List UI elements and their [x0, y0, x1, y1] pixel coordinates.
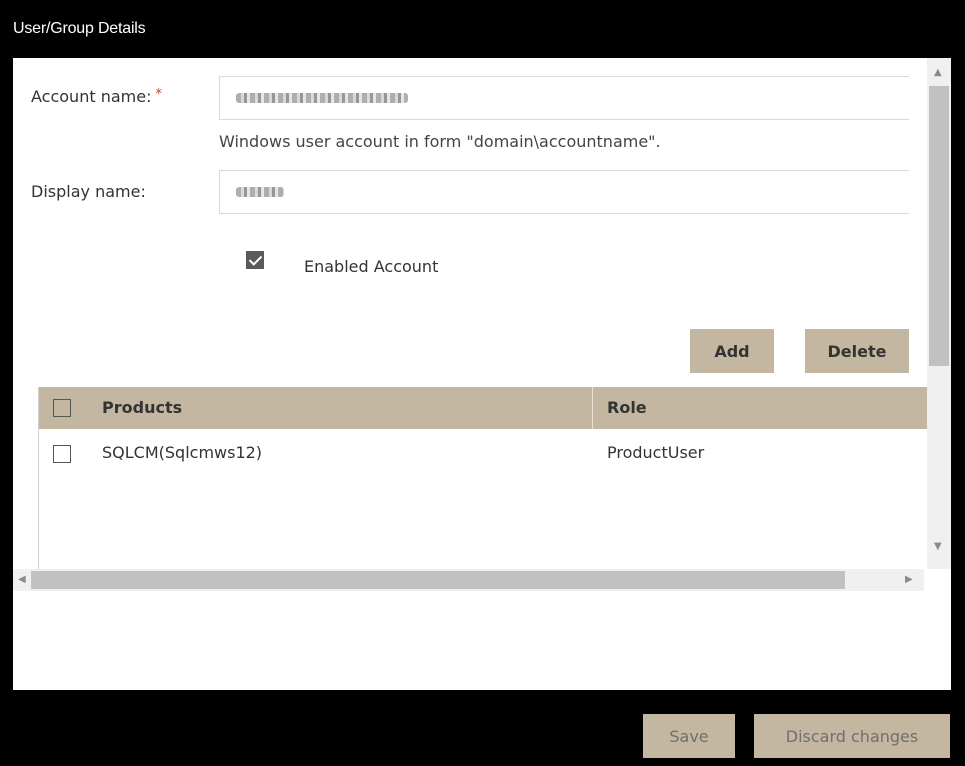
- vertical-scroll-thumb[interactable]: [929, 86, 949, 366]
- account-name-input[interactable]: [219, 76, 909, 120]
- column-header-role[interactable]: Role: [607, 398, 647, 417]
- scroll-down-icon[interactable]: ▼: [934, 542, 942, 552]
- row-checkbox[interactable]: [53, 445, 71, 463]
- details-panel: Account name: * Windows user account in f…: [13, 58, 951, 690]
- display-name-input[interactable]: [219, 170, 909, 214]
- account-name-label: Account name: *: [31, 87, 162, 106]
- display-name-value-redacted: [236, 187, 284, 197]
- dialog-title: User/Group Details: [13, 20, 146, 37]
- enabled-account-label: Enabled Account: [304, 257, 439, 276]
- scroll-up-icon[interactable]: ▲: [934, 68, 942, 78]
- enabled-account-checkbox[interactable]: [246, 251, 264, 269]
- product-cell: SQLCM(Sqlcmws12): [102, 443, 263, 462]
- column-header-products[interactable]: Products: [102, 398, 182, 417]
- horizontal-scrollbar[interactable]: ◀ ▶: [13, 569, 924, 591]
- scroll-right-icon[interactable]: ▶: [905, 575, 913, 585]
- account-name-value-redacted: [236, 93, 408, 103]
- discard-changes-button[interactable]: Discard changes: [754, 714, 950, 758]
- horizontal-scroll-thumb[interactable]: [31, 571, 845, 589]
- select-all-checkbox[interactable]: [53, 399, 71, 417]
- delete-button[interactable]: Delete: [805, 329, 909, 373]
- scroll-left-icon[interactable]: ◀: [18, 575, 26, 585]
- account-name-hint: Windows user account in form "domain\acc…: [219, 132, 661, 151]
- dialog-title-bar: User/Group Details: [0, 0, 965, 58]
- dialog-footer: Save Discard changes: [0, 690, 965, 766]
- save-button[interactable]: Save: [643, 714, 735, 758]
- add-button[interactable]: Add: [690, 329, 774, 373]
- display-name-label: Display name:: [31, 182, 146, 201]
- products-grid: Products Role SQLCM(Sqlcmws12) ProductUs…: [38, 387, 929, 569]
- column-separator[interactable]: [592, 387, 593, 429]
- role-cell: ProductUser: [607, 443, 705, 462]
- required-marker: *: [155, 87, 162, 102]
- vertical-scrollbar[interactable]: ▲ ▼: [927, 58, 951, 569]
- account-name-label-text: Account name:: [31, 87, 152, 106]
- grid-header: Products Role: [39, 387, 929, 429]
